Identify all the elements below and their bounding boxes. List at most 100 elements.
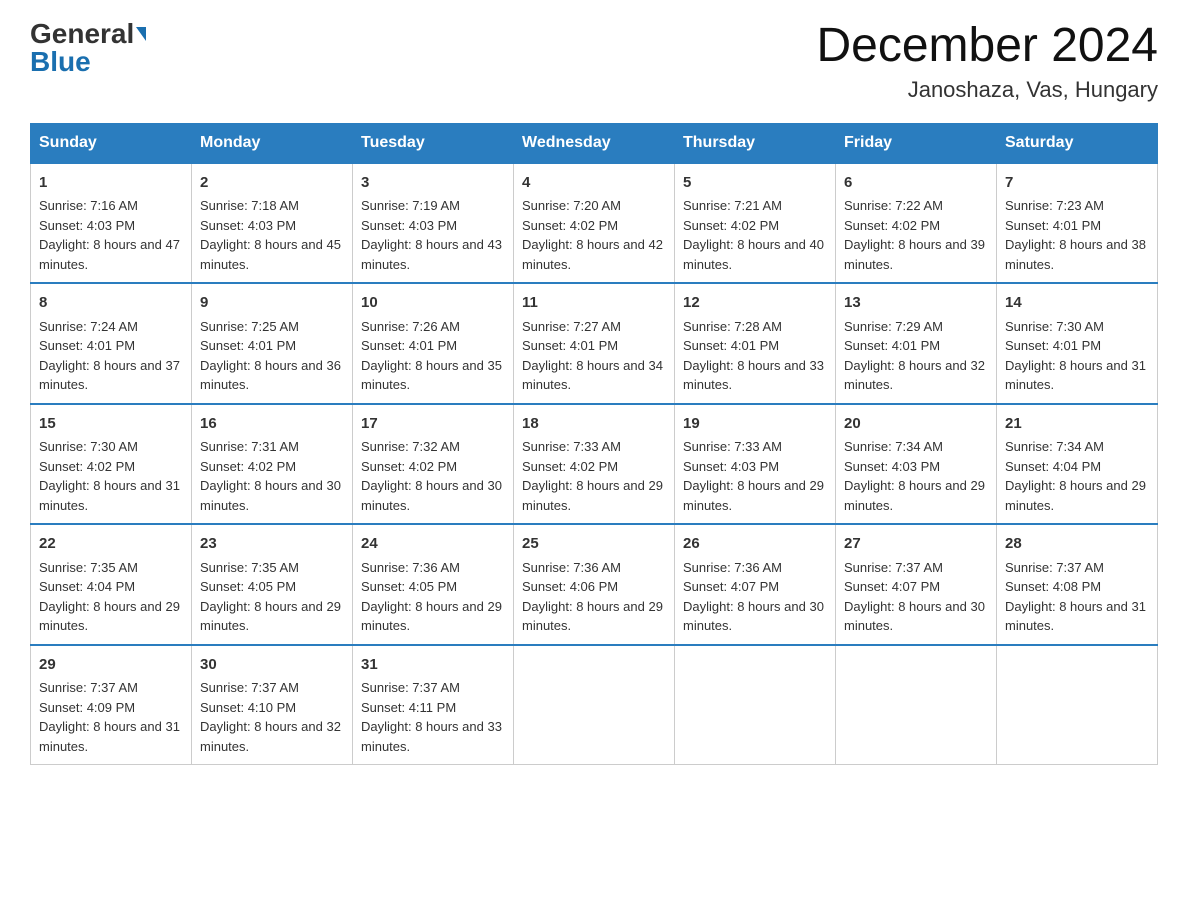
day-cell: 11 Sunrise: 7:27 AMSunset: 4:01 PMDayligh… — [514, 283, 675, 404]
logo-general: General — [30, 20, 134, 48]
day-info: Sunrise: 7:33 AMSunset: 4:03 PMDaylight:… — [683, 439, 824, 513]
col-header-sunday: Sunday — [31, 123, 192, 163]
day-cell: 31 Sunrise: 7:37 AMSunset: 4:11 PMDayligh… — [353, 645, 514, 765]
day-cell: 8 Sunrise: 7:24 AMSunset: 4:01 PMDaylight… — [31, 283, 192, 404]
day-number: 21 — [1005, 413, 1149, 436]
day-info: Sunrise: 7:37 AMSunset: 4:10 PMDaylight:… — [200, 680, 341, 754]
calendar-header-row: SundayMondayTuesdayWednesdayThursdayFrid… — [31, 123, 1158, 163]
day-info: Sunrise: 7:35 AMSunset: 4:05 PMDaylight:… — [200, 560, 341, 634]
day-number: 23 — [200, 533, 344, 556]
day-number: 13 — [844, 292, 988, 315]
day-number: 31 — [361, 654, 505, 677]
day-info: Sunrise: 7:23 AMSunset: 4:01 PMDaylight:… — [1005, 198, 1146, 272]
day-cell: 21 Sunrise: 7:34 AMSunset: 4:04 PMDayligh… — [997, 404, 1158, 525]
day-number: 15 — [39, 413, 183, 436]
day-info: Sunrise: 7:24 AMSunset: 4:01 PMDaylight:… — [39, 319, 180, 393]
day-info: Sunrise: 7:26 AMSunset: 4:01 PMDaylight:… — [361, 319, 502, 393]
col-header-friday: Friday — [836, 123, 997, 163]
day-cell — [997, 645, 1158, 765]
day-number: 19 — [683, 413, 827, 436]
day-info: Sunrise: 7:20 AMSunset: 4:02 PMDaylight:… — [522, 198, 663, 272]
day-info: Sunrise: 7:16 AMSunset: 4:03 PMDaylight:… — [39, 198, 180, 272]
day-number: 22 — [39, 533, 183, 556]
day-info: Sunrise: 7:21 AMSunset: 4:02 PMDaylight:… — [683, 198, 824, 272]
day-info: Sunrise: 7:19 AMSunset: 4:03 PMDaylight:… — [361, 198, 502, 272]
day-cell: 14 Sunrise: 7:30 AMSunset: 4:01 PMDayligh… — [997, 283, 1158, 404]
day-info: Sunrise: 7:37 AMSunset: 4:08 PMDaylight:… — [1005, 560, 1146, 634]
day-number: 26 — [683, 533, 827, 556]
day-info: Sunrise: 7:29 AMSunset: 4:01 PMDaylight:… — [844, 319, 985, 393]
col-header-thursday: Thursday — [675, 123, 836, 163]
day-number: 28 — [1005, 533, 1149, 556]
day-number: 25 — [522, 533, 666, 556]
day-number: 11 — [522, 292, 666, 315]
day-cell: 22 Sunrise: 7:35 AMSunset: 4:04 PMDayligh… — [31, 524, 192, 645]
day-cell — [836, 645, 997, 765]
month-title: December 2024 — [816, 20, 1158, 73]
day-number: 27 — [844, 533, 988, 556]
col-header-tuesday: Tuesday — [353, 123, 514, 163]
day-number: 5 — [683, 172, 827, 195]
col-header-saturday: Saturday — [997, 123, 1158, 163]
day-info: Sunrise: 7:31 AMSunset: 4:02 PMDaylight:… — [200, 439, 341, 513]
day-cell: 17 Sunrise: 7:32 AMSunset: 4:02 PMDayligh… — [353, 404, 514, 525]
logo-blue: Blue — [30, 48, 91, 76]
day-number: 12 — [683, 292, 827, 315]
day-cell: 15 Sunrise: 7:30 AMSunset: 4:02 PMDayligh… — [31, 404, 192, 525]
day-cell: 24Sunrise: 7:36 AMSunset: 4:05 PMDayligh… — [353, 524, 514, 645]
day-cell: 25 Sunrise: 7:36 AMSunset: 4:06 PMDayligh… — [514, 524, 675, 645]
day-number: 20 — [844, 413, 988, 436]
logo-arrow-icon — [136, 27, 146, 41]
day-number: 10 — [361, 292, 505, 315]
day-cell: 27Sunrise: 7:37 AMSunset: 4:07 PMDayligh… — [836, 524, 997, 645]
day-number: 16 — [200, 413, 344, 436]
col-header-monday: Monday — [192, 123, 353, 163]
day-number: 7 — [1005, 172, 1149, 195]
day-cell: 6 Sunrise: 7:22 AMSunset: 4:02 PMDaylight… — [836, 163, 997, 284]
day-number: 6 — [844, 172, 988, 195]
day-number: 30 — [200, 654, 344, 677]
logo: General Blue — [30, 20, 146, 76]
day-cell: 7 Sunrise: 7:23 AMSunset: 4:01 PMDaylight… — [997, 163, 1158, 284]
day-info: Sunrise: 7:36 AMSunset: 4:06 PMDaylight:… — [522, 560, 663, 634]
day-info: Sunrise: 7:30 AMSunset: 4:01 PMDaylight:… — [1005, 319, 1146, 393]
day-info: Sunrise: 7:34 AMSunset: 4:03 PMDaylight:… — [844, 439, 985, 513]
day-cell: 12 Sunrise: 7:28 AMSunset: 4:01 PMDayligh… — [675, 283, 836, 404]
day-cell: 1 Sunrise: 7:16 AMSunset: 4:03 PMDaylight… — [31, 163, 192, 284]
day-cell: 23 Sunrise: 7:35 AMSunset: 4:05 PMDayligh… — [192, 524, 353, 645]
day-info: Sunrise: 7:34 AMSunset: 4:04 PMDaylight:… — [1005, 439, 1146, 513]
day-info: Sunrise: 7:28 AMSunset: 4:01 PMDaylight:… — [683, 319, 824, 393]
day-number: 3 — [361, 172, 505, 195]
day-info: Sunrise: 7:22 AMSunset: 4:02 PMDaylight:… — [844, 198, 985, 272]
day-info: Sunrise: 7:37 AMSunset: 4:11 PMDaylight:… — [361, 680, 502, 754]
day-cell: 18Sunrise: 7:33 AMSunset: 4:02 PMDayligh… — [514, 404, 675, 525]
day-info: Sunrise: 7:32 AMSunset: 4:02 PMDaylight:… — [361, 439, 502, 513]
day-info: Sunrise: 7:35 AMSunset: 4:04 PMDaylight:… — [39, 560, 180, 634]
day-info: Sunrise: 7:25 AMSunset: 4:01 PMDaylight:… — [200, 319, 341, 393]
day-cell: 30 Sunrise: 7:37 AMSunset: 4:10 PMDayligh… — [192, 645, 353, 765]
col-header-wednesday: Wednesday — [514, 123, 675, 163]
day-info: Sunrise: 7:27 AMSunset: 4:01 PMDaylight:… — [522, 319, 663, 393]
day-number: 1 — [39, 172, 183, 195]
day-number: 24 — [361, 533, 505, 556]
day-number: 14 — [1005, 292, 1149, 315]
day-cell: 26Sunrise: 7:36 AMSunset: 4:07 PMDayligh… — [675, 524, 836, 645]
day-cell: 10 Sunrise: 7:26 AMSunset: 4:01 PMDayligh… — [353, 283, 514, 404]
day-info: Sunrise: 7:30 AMSunset: 4:02 PMDaylight:… — [39, 439, 180, 513]
day-number: 17 — [361, 413, 505, 436]
day-cell — [514, 645, 675, 765]
calendar-table: SundayMondayTuesdayWednesdayThursdayFrid… — [30, 123, 1158, 766]
title-block: December 2024 Janoshaza, Vas, Hungary — [816, 20, 1158, 103]
day-number: 18 — [522, 413, 666, 436]
week-row-1: 1 Sunrise: 7:16 AMSunset: 4:03 PMDaylight… — [31, 163, 1158, 284]
day-cell: 20 Sunrise: 7:34 AMSunset: 4:03 PMDayligh… — [836, 404, 997, 525]
day-number: 8 — [39, 292, 183, 315]
page-header: General Blue December 2024 Janoshaza, Va… — [30, 20, 1158, 103]
day-info: Sunrise: 7:18 AMSunset: 4:03 PMDaylight:… — [200, 198, 341, 272]
day-cell: 5 Sunrise: 7:21 AMSunset: 4:02 PMDaylight… — [675, 163, 836, 284]
day-cell: 16 Sunrise: 7:31 AMSunset: 4:02 PMDayligh… — [192, 404, 353, 525]
day-cell — [675, 645, 836, 765]
day-cell: 28 Sunrise: 7:37 AMSunset: 4:08 PMDayligh… — [997, 524, 1158, 645]
day-number: 29 — [39, 654, 183, 677]
day-cell: 13 Sunrise: 7:29 AMSunset: 4:01 PMDayligh… — [836, 283, 997, 404]
